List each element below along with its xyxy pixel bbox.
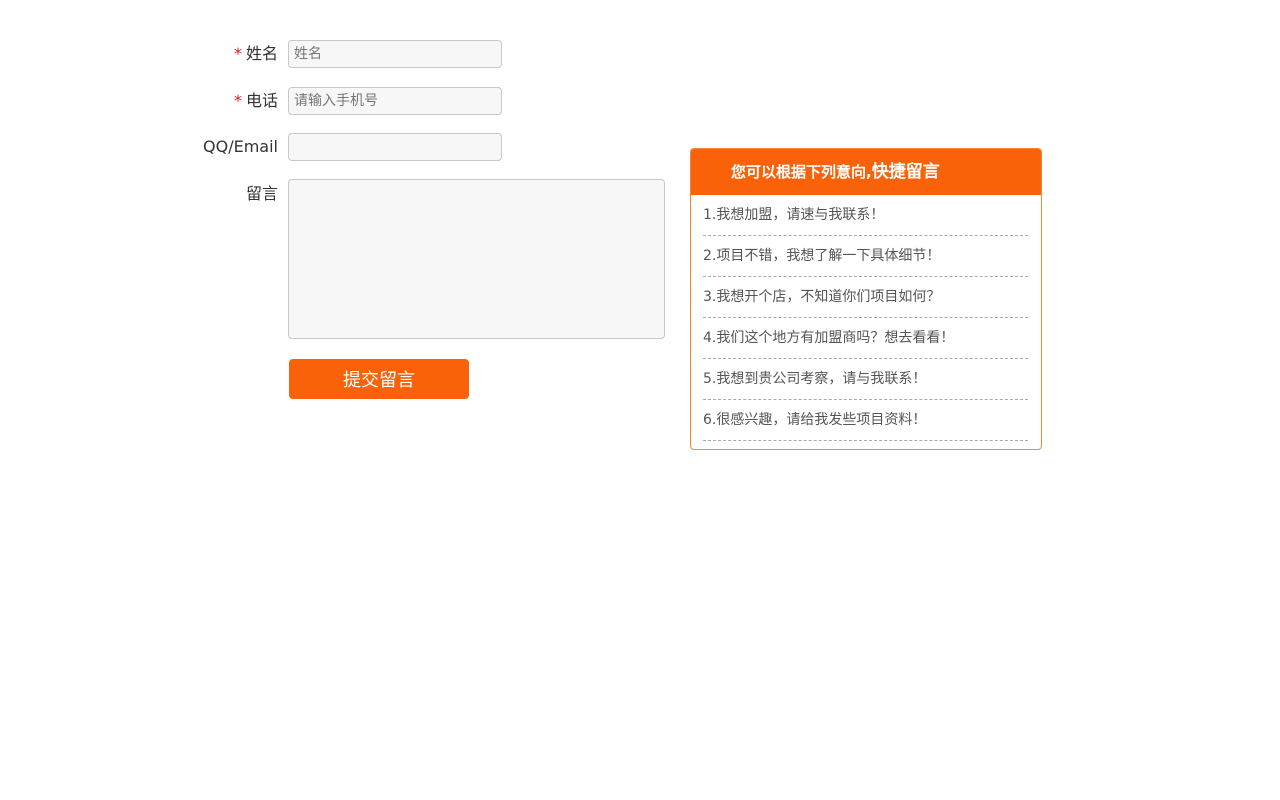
quick-panel-header: 您可以根据下列意向,快捷留言 bbox=[691, 149, 1041, 195]
contact-input[interactable] bbox=[288, 133, 502, 161]
quick-message-item[interactable]: 2.项目不错，我想了解一下具体细节！ bbox=[703, 236, 1028, 277]
name-label: * 姓名 bbox=[190, 40, 278, 68]
required-mark: * bbox=[233, 91, 242, 110]
page: *姓名 *电话 QQ/Email 留言 提交留言 您可以根据下列意向 bbox=[0, 0, 1280, 800]
quick-message-item[interactable]: 5.我想到贵公司考察，请与我联系！ bbox=[703, 359, 1028, 400]
phone-input[interactable] bbox=[288, 87, 502, 115]
phone-label: * 电话 bbox=[190, 87, 278, 115]
contact-label: QQ/Email bbox=[203, 137, 278, 156]
phone-label-text: 电话 bbox=[245, 91, 278, 110]
name-label-text: 姓名 bbox=[245, 44, 278, 63]
message-label: 留言 bbox=[245, 184, 278, 203]
quick-panel-title: 您可以根据下列意向, bbox=[731, 163, 872, 181]
quick-panel-title-emphasis: 快捷留言 bbox=[871, 162, 940, 182]
message-textarea[interactable] bbox=[288, 179, 665, 339]
quick-message-item[interactable]: 1.我想加盟，请速与我联系！ bbox=[703, 195, 1028, 236]
quick-message-item[interactable]: 4.我们这个地方有加盟商吗？想去看看！ bbox=[703, 318, 1028, 359]
quick-message-panel: 您可以根据下列意向,快捷留言 1.我想加盟，请速与我联系！ 2.项目不错，我想了… bbox=[690, 148, 1042, 450]
quick-message-list: 1.我想加盟，请速与我联系！ 2.项目不错，我想了解一下具体细节！ 3.我想开个… bbox=[691, 195, 1041, 441]
name-input[interactable] bbox=[288, 40, 502, 68]
required-mark: * bbox=[233, 44, 242, 63]
submit-button[interactable]: 提交留言 bbox=[289, 359, 469, 399]
quick-message-item[interactable]: 6.很感兴趣，请给我发些项目资料！ bbox=[703, 400, 1028, 441]
quick-message-item[interactable]: 3.我想开个店，不知道你们项目如何？ bbox=[703, 277, 1028, 318]
